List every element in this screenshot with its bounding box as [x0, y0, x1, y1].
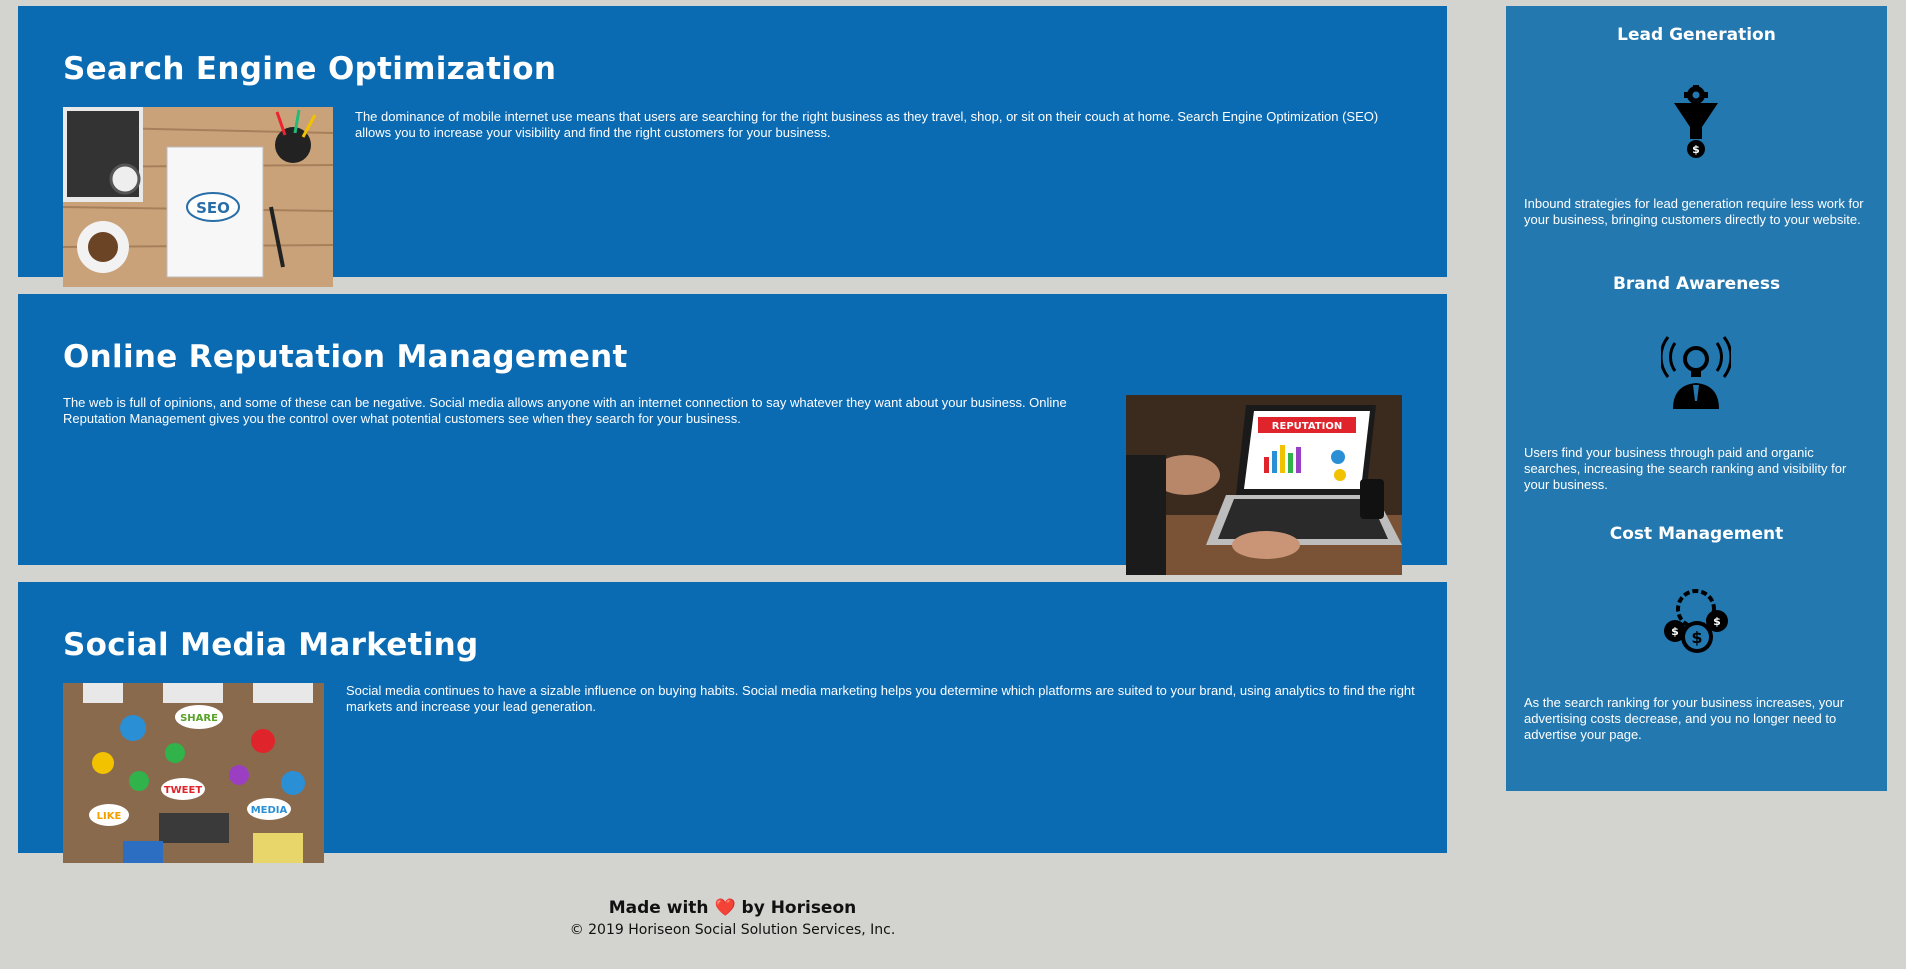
section-body: The web is full of opinions, and some of…	[63, 395, 1067, 426]
coins-gear-icon: $ $ $	[1656, 582, 1736, 662]
social-media-image: SHARE TWEET LIKE MEDIA	[63, 683, 324, 863]
seo-image-text: SEO	[196, 199, 230, 217]
share-image-text: SHARE	[180, 713, 218, 724]
footer: Made with ❤️ by Horiseon © 2019 Horiseon…	[18, 898, 1447, 938]
footer-made-prefix: Made with	[608, 898, 709, 918]
footer-made-suffix: by Horiseon	[741, 898, 857, 918]
svg-text:$: $	[1691, 628, 1702, 647]
section-title: Search Engine Optimization	[63, 51, 557, 87]
funnel-gear-icon: $	[1656, 83, 1736, 163]
media-image-text: MEDIA	[251, 805, 288, 816]
like-image-text: LIKE	[97, 811, 122, 822]
benefit-cost-management: Cost Management $ $ $ As the search rank…	[1506, 524, 1887, 742]
benefit-title: Cost Management	[1609, 524, 1784, 544]
svg-text:$: $	[1671, 625, 1679, 638]
benefit-body: Inbound strategies for lead generation r…	[1524, 196, 1864, 227]
footer-made-with: Made with ❤️ by Horiseon	[18, 898, 1447, 918]
svg-text:$: $	[1692, 143, 1700, 156]
reputation-image-text: REPUTATION	[1272, 421, 1342, 432]
benefit-title: Lead Generation	[1617, 25, 1776, 45]
benefit-title: Brand Awareness	[1612, 274, 1781, 294]
section-body: Social media continues to have a sizable…	[346, 683, 1415, 714]
section-online-reputation-management: Online Reputation Management The web is …	[18, 294, 1447, 575]
footer-copyright: © 2019 Horiseon Social Solution Services…	[569, 922, 896, 938]
heart-icon: ❤️	[714, 898, 736, 918]
reputation-image: REPUTATION	[1126, 395, 1402, 575]
benefits-sidebar: Lead Generation $ Inbound strategies for	[1506, 6, 1887, 791]
svg-text:$: $	[1713, 615, 1721, 628]
section-title: Social Media Marketing	[63, 627, 479, 663]
section-search-engine-optimization: Search Engine Optimization SEO The domin…	[18, 6, 1447, 287]
benefit-body: Users find your business through paid an…	[1524, 445, 1847, 492]
section-body: The dominance of mobile internet use mea…	[355, 109, 1379, 140]
seo-image: SEO	[63, 107, 333, 287]
section-title: Online Reputation Management	[63, 339, 628, 375]
benefit-brand-awareness: Brand Awareness Users find your business…	[1506, 274, 1887, 492]
lightbulb-person-icon	[1656, 332, 1736, 412]
benefit-body: As the search ranking for your business …	[1524, 695, 1845, 742]
benefit-lead-generation: Lead Generation $ Inbound strategies for	[1506, 25, 1887, 227]
page: Search Engine Optimization SEO The domin…	[0, 0, 1906, 969]
tweet-image-text: TWEET	[164, 785, 203, 796]
section-social-media-marketing: Social Media Marketing SHARE TWEET LIKE …	[18, 582, 1447, 863]
